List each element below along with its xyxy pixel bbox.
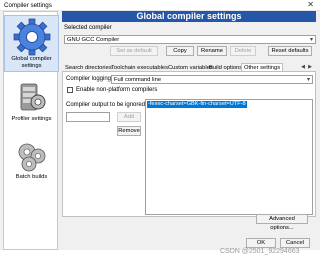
sidebar-item-label: Batch builds — [15, 174, 48, 180]
close-icon[interactable]: ✕ — [307, 0, 314, 9]
sidebar-item-label: Global compiler — [11, 56, 52, 62]
remove-button[interactable]: Remove — [117, 126, 141, 136]
compiler-select[interactable]: GNU GCC Compiler ▾ — [64, 35, 316, 44]
reset-defaults-button[interactable]: Reset defaults — [268, 46, 312, 56]
sidebar-item-global-compiler-settings[interactable]: Global compiler settings — [4, 15, 59, 72]
cancel-button[interactable]: Cancel — [280, 238, 310, 248]
sidebar-item-label-line2: settings — [21, 63, 42, 69]
set-as-default-button[interactable]: Set as default — [110, 46, 158, 56]
selected-compiler-label: Selected compiler — [64, 25, 112, 31]
ignored-output-label: Compiler output to be ignored: — [66, 102, 147, 108]
copy-button[interactable]: Copy — [166, 46, 194, 56]
watermark-text: CSDN @2501_92294663 — [220, 248, 300, 255]
dialog-body: Global compiler settings Profiler settin… — [0, 11, 320, 255]
profiler-icon — [15, 80, 49, 116]
gear-icon — [12, 18, 52, 56]
chevron-down-icon: ▾ — [309, 37, 313, 43]
enable-nonplatform-label: Enable non-platform compilers — [76, 87, 158, 93]
sidebar-item-profiler-settings[interactable]: Profiler settings — [4, 80, 59, 130]
rename-button[interactable]: Rename — [197, 46, 227, 56]
delete-button[interactable]: Delete — [230, 46, 256, 56]
other-settings-panel: Compiler logging: Full command line ▾ En… — [62, 71, 316, 217]
tab-scroll-right-icon[interactable]: ▶ — [307, 63, 313, 71]
list-item[interactable]: -fexec-charset=GBK-fin-charset=UTF-8 — [147, 101, 247, 108]
compiler-logging-value: Full command line — [114, 77, 162, 83]
compiler-logging-select[interactable]: Full command line ▾ — [111, 75, 313, 84]
ok-button[interactable]: OK — [246, 238, 276, 248]
ignored-output-list[interactable]: -fexec-charset=GBK-fin-charset=UTF-8 — [145, 99, 313, 215]
tab-scroll-left-icon[interactable]: ◀ — [300, 63, 306, 71]
add-button[interactable]: Add — [117, 112, 141, 122]
page-title: Global compiler settings — [62, 11, 316, 22]
batch-builds-icon — [15, 140, 49, 174]
enable-nonplatform-checkbox[interactable] — [67, 87, 73, 93]
compiler-select-value: GNU GCC Compiler — [67, 37, 120, 43]
window-title: Compiler settings — [4, 2, 52, 9]
ignored-output-input[interactable] — [66, 112, 110, 122]
title-bar: Compiler settings ✕ — [0, 0, 320, 11]
compiler-logging-label: Compiler logging: — [66, 76, 113, 82]
sidebar-item-batch-builds[interactable]: Batch builds — [4, 140, 59, 186]
category-list: Global compiler settings Profiler settin… — [3, 11, 59, 250]
advanced-options-button[interactable]: Advanced options... — [256, 214, 308, 231]
sidebar-item-label: Profiler settings — [11, 116, 52, 122]
chevron-down-icon: ▾ — [306, 77, 310, 83]
